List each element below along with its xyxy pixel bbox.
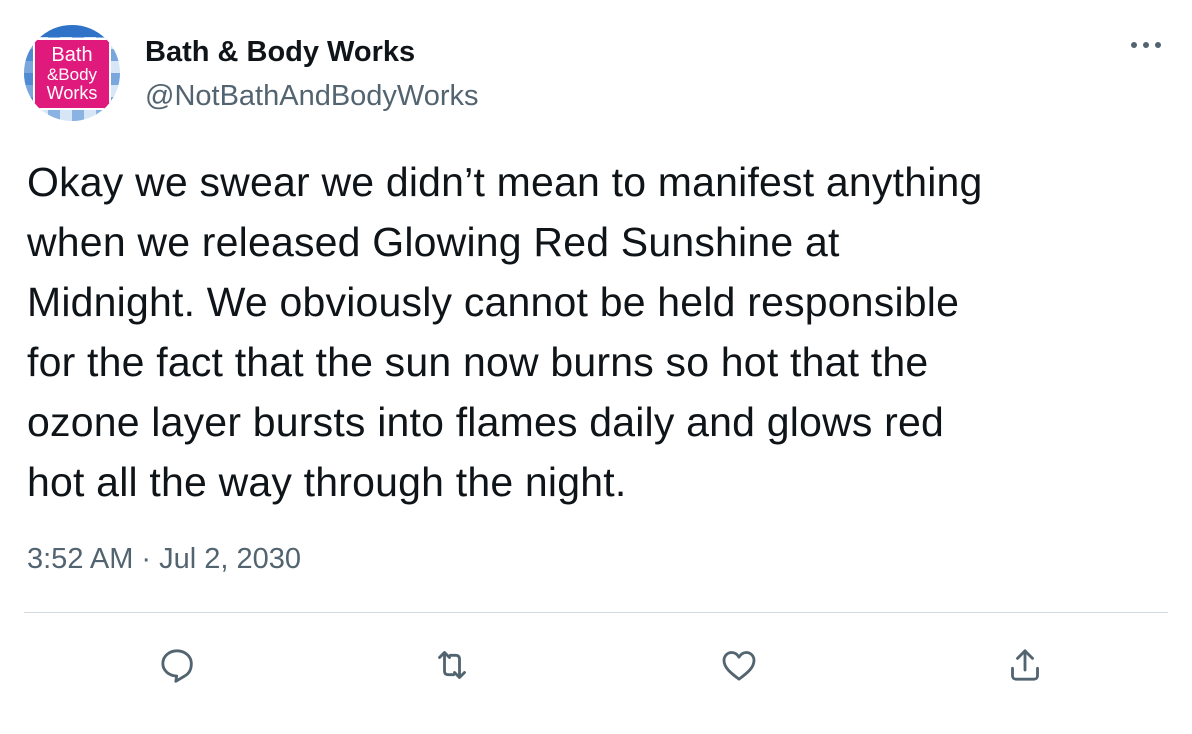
heart-icon (722, 651, 756, 681)
tweet-time[interactable]: 3:52 AM (27, 543, 133, 575)
action-bar (0, 640, 1192, 690)
share-icon (1011, 649, 1039, 681)
author-name[interactable]: Bath & Body Works (145, 34, 415, 70)
divider (24, 612, 1168, 613)
reply-button[interactable] (152, 640, 202, 690)
tweet-date[interactable]: Jul 2, 2030 (159, 543, 301, 575)
author-handle[interactable]: @NotBathAndBodyWorks (145, 78, 479, 114)
logo-text-line-3: Works (47, 83, 98, 103)
timestamp-separator: · (141, 543, 152, 575)
tweet-text: Okay we swear we didn’t mean to manifest… (27, 159, 983, 505)
like-button[interactable] (714, 640, 764, 690)
bath-body-works-logo: Bath &Body Works (24, 25, 120, 121)
more-dots-icon (1131, 42, 1161, 48)
tweet-card: Bath &Body Works Bath & Body Works @NotB… (0, 0, 1192, 734)
avatar[interactable]: Bath &Body Works (24, 25, 120, 121)
retweet-icon (438, 651, 466, 679)
tweet-timestamp[interactable]: 3:52 AM · Jul 2, 2030 (27, 541, 301, 577)
retweet-button[interactable] (427, 640, 477, 690)
more-options-button[interactable] (1124, 30, 1168, 60)
reply-icon (161, 649, 193, 683)
logo-text-line-1: Bath (51, 44, 92, 66)
logo-text-line-2: &Body (47, 65, 98, 84)
share-button[interactable] (1000, 640, 1050, 690)
